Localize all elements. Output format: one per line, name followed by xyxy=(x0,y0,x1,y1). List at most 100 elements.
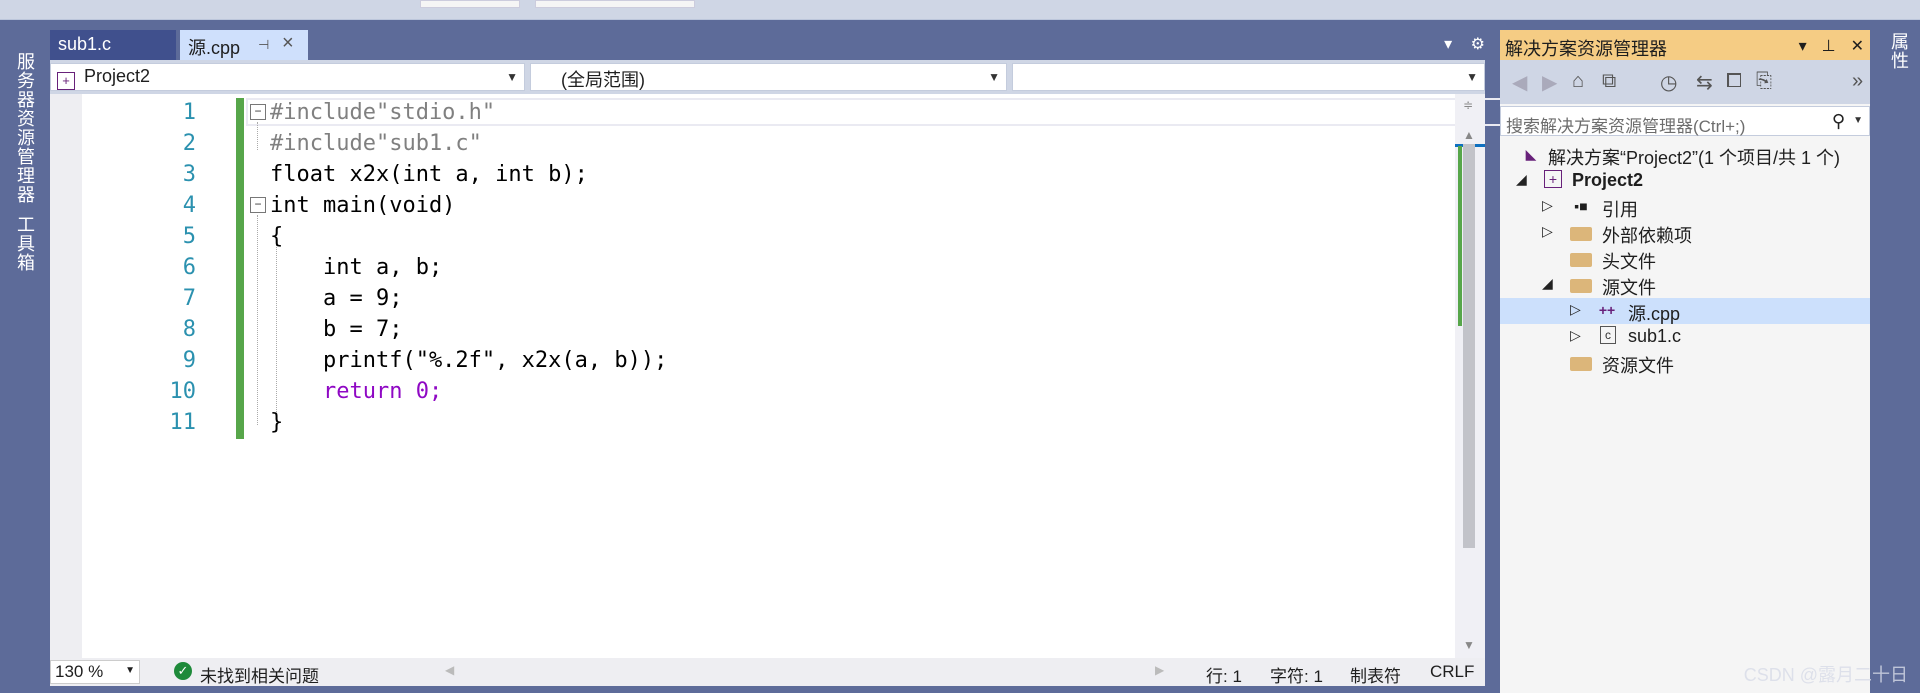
close-icon[interactable]: × xyxy=(282,32,294,55)
c-file-icon: c xyxy=(1600,326,1616,344)
right-tool-strip: 属性 xyxy=(1880,20,1920,693)
gear-icon[interactable]: ⚙ xyxy=(1471,36,1485,53)
line-number: 10 xyxy=(169,379,197,404)
tree-node-resource-files[interactable]: 资源文件 xyxy=(1500,350,1870,376)
outline-guide xyxy=(257,215,258,425)
history-icon[interactable]: ◷ xyxy=(1660,70,1677,95)
show-all-files-icon[interactable]: ⎘ xyxy=(1756,70,1772,93)
line-number: 9 xyxy=(182,348,196,373)
sync-icon[interactable]: ⇆ xyxy=(1696,70,1713,95)
line-indicator[interactable]: 行: 1 xyxy=(1206,662,1242,687)
references-icon: ▪■ xyxy=(1574,198,1588,214)
collapse-icon[interactable]: − xyxy=(250,104,266,120)
scroll-down-icon[interactable]: ▼ xyxy=(1463,638,1475,652)
toolbar-combo[interactable] xyxy=(535,0,695,8)
scroll-up-icon[interactable]: ▲ xyxy=(1463,128,1475,142)
code-editor[interactable]: 1 2 3 4 5 6 7 8 9 10 11 − − #include"std… xyxy=(50,94,1504,658)
solution-explorer-toolbar: ◀ ▶ ⌂ ⧉ ◷ ⇆ ⧠ ⎘ » xyxy=(1500,60,1870,104)
scope-combo[interactable]: (全局范围) ▼ xyxy=(530,63,1007,91)
toolbar-combo[interactable] xyxy=(420,0,520,8)
tree-node-label: 源.cpp xyxy=(1628,304,1681,324)
code-line: #include"sub1.c" xyxy=(270,131,482,156)
code-line: a = 9; xyxy=(270,286,403,311)
code-line: printf("%.2f", x2x(a, b)); xyxy=(270,348,668,373)
expanded-icon[interactable]: ◢ xyxy=(1516,171,1527,188)
collapse-all-icon[interactable]: ⧠ xyxy=(1726,70,1742,93)
tree-node-label: sub1.c xyxy=(1628,326,1682,346)
folder-icon xyxy=(1570,279,1592,293)
scroll-left-icon[interactable]: ◀ xyxy=(445,663,454,677)
tree-node-label: 引用 xyxy=(1602,200,1638,220)
tab-source-cpp[interactable]: 源.cpp ⊣ × xyxy=(180,30,308,60)
code-line: #include"stdio.h" xyxy=(270,100,496,125)
folder-icon xyxy=(1570,357,1592,371)
chevron-down-icon: ▼ xyxy=(125,665,135,676)
collapsed-icon[interactable]: ▷ xyxy=(1542,223,1553,240)
forward-icon[interactable]: ▶ xyxy=(1542,70,1557,95)
line-number: 11 xyxy=(169,410,197,435)
issues-status[interactable]: 未找到相关问题 xyxy=(200,662,319,687)
chevron-down-icon: ▼ xyxy=(1466,70,1478,84)
tab-sub1-c[interactable]: sub1.c xyxy=(50,30,176,60)
pin-icon[interactable]: ⊥ xyxy=(1822,38,1836,55)
tree-node-sub1-c[interactable]: ▷ c sub1.c xyxy=(1500,324,1870,350)
switch-views-icon[interactable]: ⧉ xyxy=(1602,70,1616,93)
cpp-file-icon: ++ xyxy=(1598,302,1616,318)
line-number: 4 xyxy=(182,193,196,218)
collapsed-icon[interactable]: ▷ xyxy=(1570,327,1581,344)
collapsed-icon[interactable]: ▷ xyxy=(1542,197,1553,214)
home-icon[interactable]: ⌂ xyxy=(1572,70,1584,93)
toolbox-tab[interactable]: 工具箱 xyxy=(12,215,38,272)
project-combo[interactable]: + Project2 ▼ xyxy=(50,63,525,91)
scope-combo-value: (全局范围) xyxy=(561,70,645,90)
line-ending-indicator[interactable]: CRLF xyxy=(1430,662,1474,682)
indent-indicator[interactable]: 制表符 xyxy=(1350,662,1401,687)
tree-node-label: 解决方案“Project2”(1 个项目/共 1 个) xyxy=(1548,148,1841,168)
chevron-down-icon: ▼ xyxy=(988,70,1000,84)
split-icon[interactable]: ≑ xyxy=(1463,98,1473,112)
tab-label: sub1.c xyxy=(58,34,112,54)
collapsed-icon[interactable]: ▷ xyxy=(1570,301,1581,318)
zoom-value: 130 % xyxy=(55,662,104,681)
overflow-icon[interactable]: » xyxy=(1852,70,1863,93)
collapse-icon[interactable]: − xyxy=(250,197,266,213)
chevron-down-icon[interactable]: ▼ xyxy=(1853,115,1863,126)
project-combo-value: Project2 xyxy=(84,66,151,86)
outline-guide xyxy=(257,122,258,150)
line-number: 6 xyxy=(182,255,196,280)
close-icon[interactable]: ✕ xyxy=(1851,38,1864,55)
search-icon[interactable]: ⚲ xyxy=(1832,111,1845,132)
tree-node-external-deps[interactable]: ▷ 外部依赖项 xyxy=(1500,220,1870,246)
back-icon[interactable]: ◀ xyxy=(1512,70,1527,95)
tab-dropdown-icon[interactable]: ▾ xyxy=(1444,36,1452,53)
code-line: } xyxy=(270,410,284,435)
left-tool-strip: 服务器资源管理器 工具箱 xyxy=(0,20,50,693)
pin-icon[interactable]: ⊣ xyxy=(258,37,269,53)
scrollbar-thumb[interactable] xyxy=(1463,144,1475,548)
tree-node-solution[interactable]: ◣ 解决方案“Project2”(1 个项目/共 1 个) xyxy=(1500,142,1870,168)
properties-tab[interactable]: 属性 xyxy=(1886,32,1912,70)
tree-node-label: 资源文件 xyxy=(1602,356,1674,376)
change-marker xyxy=(1458,146,1462,326)
tree-node-header-files[interactable]: 头文件 xyxy=(1500,246,1870,272)
search-input[interactable]: 搜索解决方案资源管理器(Ctrl+;) ⚲ ▼ xyxy=(1500,106,1870,136)
chevron-down-icon[interactable]: ▾ xyxy=(1799,38,1807,55)
tree-node-project[interactable]: ◢ + Project2 xyxy=(1500,168,1870,194)
tab-label: 源.cpp xyxy=(188,38,241,58)
tree-node-label: 头文件 xyxy=(1602,252,1656,272)
server-explorer-tab[interactable]: 服务器资源管理器 xyxy=(12,52,38,204)
tree-node-source-files[interactable]: ◢ 源文件 xyxy=(1500,272,1870,298)
editor-status-bar: 130 % ▼ ✓ 未找到相关问题 ◀ ▶ 行: 1 字符: 1 制表符 CRL… xyxy=(50,658,1485,686)
vertical-scrollbar[interactable]: ≑ ▲ ▼ xyxy=(1455,94,1485,658)
char-indicator[interactable]: 字符: 1 xyxy=(1270,662,1323,687)
tree-node-references[interactable]: ▷ ▪■ 引用 xyxy=(1500,194,1870,220)
line-number: 3 xyxy=(182,162,196,187)
zoom-combo[interactable]: 130 % ▼ xyxy=(50,660,140,684)
solution-explorer: 解决方案资源管理器 ▾ ⊥ ✕ ◀ ▶ ⌂ ⧉ ◷ ⇆ ⧠ ⎘ » 搜索解决方案… xyxy=(1500,30,1870,693)
code-line: int main(void) xyxy=(270,193,456,218)
expanded-icon[interactable]: ◢ xyxy=(1542,275,1553,292)
code-line: float x2x(int a, int b); xyxy=(270,162,588,187)
member-combo[interactable]: ▼ xyxy=(1012,63,1485,91)
scroll-right-icon[interactable]: ▶ xyxy=(1155,663,1164,677)
tree-node-source-cpp[interactable]: ▷ ++ 源.cpp xyxy=(1500,298,1870,324)
